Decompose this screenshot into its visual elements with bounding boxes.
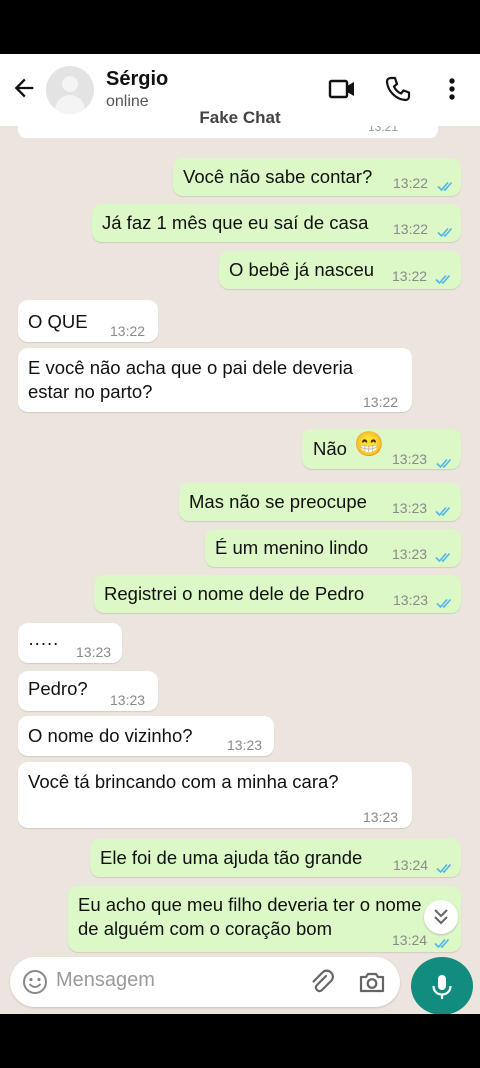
double-chevron-down-icon [434, 909, 448, 925]
message-time: 13:23 [76, 644, 112, 660]
grinning-emoji-icon: 😁 [354, 431, 384, 458]
message-time: 13:22 [363, 394, 399, 410]
message-text: ····· [28, 632, 59, 653]
message-text: E você não acha que o pai dele deveria [28, 357, 354, 378]
read-receipt-icon [436, 451, 454, 469]
camera-icon[interactable] [358, 968, 386, 996]
message-text: Eu acho que meu filho deveria ter o nome [78, 894, 422, 915]
message-composer: Mensagem [10, 957, 400, 1007]
outgoing-message[interactable]: Já faz 1 mês que eu saí de casa 13:22 [92, 204, 461, 242]
message-time: 13:22 [392, 268, 428, 284]
message-text: Pedro? [28, 678, 88, 699]
read-receipt-icon [436, 591, 454, 609]
message-time: 13:24 [393, 857, 429, 873]
outgoing-message[interactable]: Não 😁 13:23 [302, 429, 461, 469]
phone-icon[interactable] [383, 74, 413, 104]
message-text: Você tá brincando com a minha cara? [28, 771, 339, 792]
mic-icon [432, 975, 452, 999]
message-time: 13:23 [392, 546, 428, 562]
fake-chat-label: Fake Chat [199, 108, 281, 127]
message-text: Registrei o nome dele de Pedro [104, 583, 365, 604]
read-receipt-icon [435, 545, 453, 563]
scroll-down-button[interactable] [424, 900, 458, 934]
read-receipt-icon [435, 267, 453, 285]
read-receipt-icon [435, 499, 453, 517]
message-time: 13:23 [393, 592, 429, 608]
more-vert-icon[interactable] [437, 74, 467, 104]
emoji-icon[interactable] [22, 969, 48, 995]
message-time: 13:23 [392, 500, 428, 516]
message-time: 13:23 [392, 451, 428, 467]
outgoing-message[interactable]: Registrei o nome dele de Pedro 13:23 [94, 575, 461, 613]
read-receipt-icon [436, 856, 454, 874]
outgoing-message[interactable]: Mas não se preocupe 13:23 [179, 483, 461, 521]
message-time: 13:23 [227, 737, 263, 753]
incoming-message[interactable]: ····· 13:23 [18, 623, 122, 663]
message-text: Mas não se preocupe [189, 491, 367, 512]
message-text: de alguém com o coração bom [78, 918, 332, 939]
message-text: Você não sabe contar? [183, 166, 373, 187]
back-arrow-icon[interactable] [10, 74, 38, 102]
incoming-message[interactable]: O QUE 13:22 [18, 300, 158, 342]
message-text: Ele foi de uma ajuda tão grande [100, 847, 363, 868]
outgoing-message[interactable]: O bebê já nasceu 13:22 [219, 251, 461, 289]
incoming-message[interactable]: O nome do vizinho? 13:23 [18, 716, 274, 756]
message-time: 13:23 [110, 692, 146, 708]
chat-screen: Sérgio online Fake Chat 13:21 Você não s… [0, 54, 480, 1014]
message-time: 13:24 [392, 932, 428, 948]
incoming-message[interactable]: E você não acha que o pai dele deveria es… [18, 348, 412, 412]
message-text: É um menino lindo [215, 537, 369, 558]
system-nav-bar [0, 1014, 480, 1068]
message-input[interactable]: Mensagem [56, 969, 155, 992]
message-text: estar no parto? [28, 381, 153, 402]
message-text: O nome do vizinho? [28, 725, 193, 746]
read-receipt-icon [437, 220, 455, 238]
message-time: 13:22 [393, 221, 429, 237]
message-time: 13:22 [110, 323, 146, 339]
incoming-message[interactable]: Pedro? 13:23 [18, 671, 158, 711]
contact-name[interactable]: Sérgio [106, 68, 168, 91]
message-text: O bebê já nasceu [229, 259, 375, 280]
outgoing-message[interactable]: É um menino lindo 13:23 [205, 529, 461, 567]
video-call-icon[interactable] [327, 74, 357, 104]
message-text: Não [313, 438, 347, 459]
avatar[interactable] [46, 66, 94, 114]
incoming-message[interactable]: Você tá brincando com a minha cara? 13:23 [18, 762, 412, 828]
attach-icon[interactable] [308, 968, 336, 996]
message-text: O QUE [28, 311, 88, 332]
outgoing-message[interactable]: Eu acho que meu filho deveria ter o nome… [68, 886, 461, 952]
read-receipt-icon [437, 174, 455, 192]
outgoing-message[interactable]: Você não sabe contar? 13:22 [173, 158, 461, 196]
mic-button[interactable] [411, 957, 473, 1014]
message-time: 13:22 [393, 175, 429, 191]
message-text: Já faz 1 mês que eu saí de casa [102, 212, 369, 233]
message-time: 13:23 [363, 809, 399, 825]
outgoing-message[interactable]: Ele foi de uma ajuda tão grande 13:24 [90, 839, 461, 877]
